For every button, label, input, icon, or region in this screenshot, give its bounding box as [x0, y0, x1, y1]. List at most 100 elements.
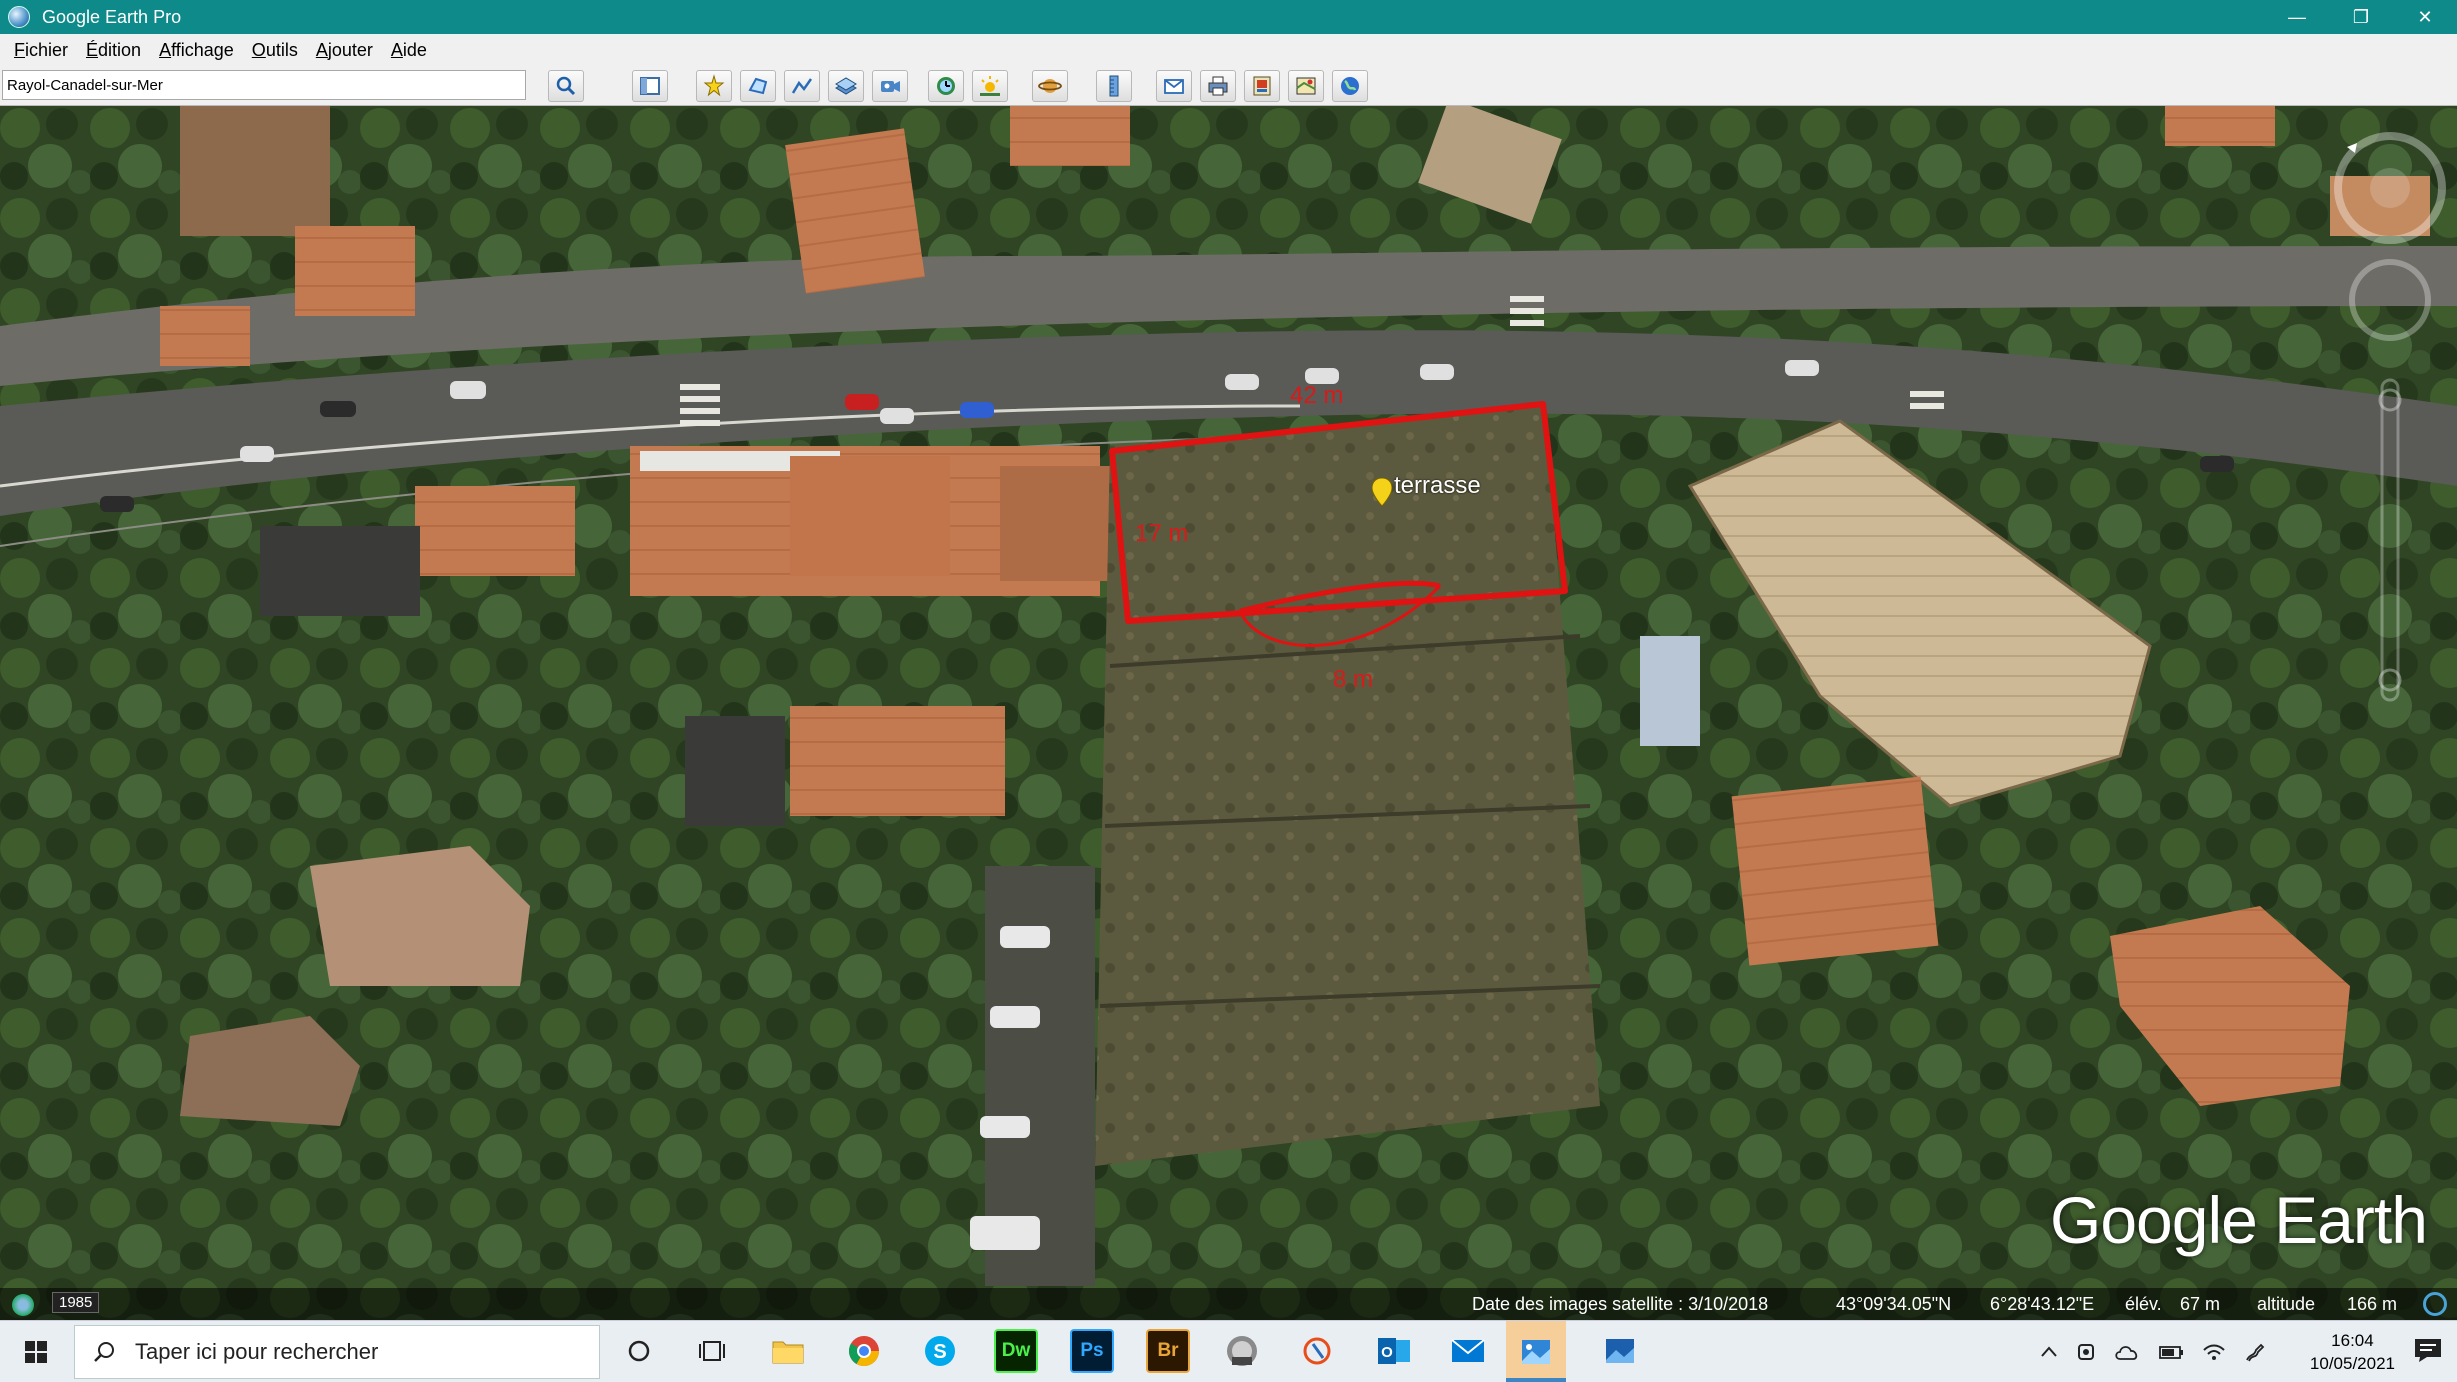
- fiddler-button[interactable]: [1296, 1329, 1340, 1373]
- add-path-button[interactable]: [784, 70, 820, 102]
- menu-ajouter[interactable]: Ajouter: [316, 40, 373, 61]
- sidebar-icon: [640, 77, 660, 95]
- mail-button[interactable]: [1446, 1329, 1490, 1373]
- outlook-button[interactable]: O: [1372, 1329, 1416, 1373]
- elevation-label: élév.: [2125, 1294, 2162, 1314]
- menu-fichier[interactable]: Fichier: [14, 40, 68, 61]
- google-earth-app-icon: [8, 6, 30, 28]
- close-button[interactable]: ✕: [2393, 0, 2457, 34]
- photos-icon: [1522, 1340, 1550, 1364]
- taskbar-clock[interactable]: 16:04 10/05/2021: [2310, 1329, 2395, 1375]
- menu-affichage[interactable]: Affichage: [159, 40, 234, 61]
- skype-button[interactable]: S: [918, 1329, 962, 1373]
- ruler-icon: [1109, 75, 1119, 97]
- task-view-button[interactable]: [690, 1329, 734, 1373]
- altitude-label: altitude: [2257, 1294, 2316, 1314]
- onedrive-cloud-icon[interactable]: [2114, 1343, 2140, 1361]
- elevation-value: 67 m: [2180, 1294, 2221, 1314]
- clock-date: 10/05/2021: [2309, 1354, 2395, 1373]
- measurement-side-label: 17 m: [1135, 520, 1189, 547]
- save-image-button[interactable]: [1244, 70, 1280, 102]
- svg-text:S: S: [933, 1341, 946, 1363]
- menu-edition[interactable]: Édition: [86, 40, 141, 61]
- record-tour-button[interactable]: [872, 70, 908, 102]
- earth-view-button[interactable]: [1332, 70, 1368, 102]
- clock-time: 16:04: [2331, 1331, 2374, 1350]
- google-earth-taskbar-button[interactable]: [1220, 1329, 1264, 1373]
- year-badge[interactable]: 1985: [52, 1292, 100, 1313]
- add-placemark-button[interactable]: [696, 70, 732, 102]
- folder-icon: [772, 1341, 804, 1364]
- map-viewport[interactable]: terrasse 42 m 17 m 8 m Google Earth 1985…: [0, 106, 2457, 1320]
- outlook-icon: O: [1378, 1338, 1410, 1364]
- cortana-icon: [628, 1340, 650, 1362]
- meet-now-icon[interactable]: [2076, 1341, 2096, 1363]
- switch-planet-button[interactable]: [1032, 70, 1068, 102]
- maximize-button[interactable]: ❐: [2329, 0, 2393, 34]
- image-overlay-icon: [835, 77, 857, 95]
- clock-globe-icon: [937, 77, 955, 95]
- photoshop-button[interactable]: Ps: [1070, 1329, 1114, 1373]
- menu-bar: Fichier Édition Affichage Outils Ajouter…: [0, 34, 2457, 66]
- photos-viewer-button-active[interactable]: [1506, 1321, 1566, 1382]
- streaming-indicator-icon: [2423, 1292, 2447, 1316]
- chevron-up-icon[interactable]: [2040, 1345, 2058, 1359]
- placemark-icon: [703, 74, 725, 97]
- file-explorer-button[interactable]: [766, 1329, 810, 1373]
- email-button[interactable]: [1156, 70, 1192, 102]
- longitude: 6°28'43.12"E: [1990, 1294, 2095, 1314]
- globe-icon: [1341, 77, 1359, 95]
- taskbar-search-placeholder: Taper ici pour rechercher: [135, 1339, 379, 1364]
- placemark-label: terrasse: [1394, 472, 1481, 499]
- title-bar: Google Earth Pro — ❐ ✕: [0, 0, 2457, 34]
- system-tray: [2040, 1321, 2266, 1382]
- dreamweaver-button[interactable]: Dw: [994, 1329, 1038, 1373]
- photos-app-button[interactable]: [1598, 1329, 1642, 1373]
- view-in-google-maps-button[interactable]: [1288, 70, 1324, 102]
- window-title: Google Earth Pro: [42, 6, 182, 27]
- wifi-icon[interactable]: [2202, 1342, 2226, 1362]
- fiddler-icon: [1303, 1337, 1331, 1365]
- move-joystick: [2349, 259, 2431, 341]
- navigation-controls[interactable]: [2330, 130, 2450, 710]
- search-input[interactable]: [2, 70, 526, 100]
- historical-imagery-icon[interactable]: [12, 1294, 34, 1316]
- sidebar-toggle-button[interactable]: [632, 70, 668, 102]
- placemark-pin-icon[interactable]: [1372, 478, 1392, 506]
- toolbar: [0, 66, 2457, 106]
- pen-ink-icon[interactable]: [2244, 1341, 2266, 1363]
- satellite-imagery: [0, 106, 2457, 1320]
- chrome-icon: [848, 1336, 879, 1367]
- polygon-icon: [748, 77, 768, 95]
- altitude-value: 166 m: [2347, 1294, 2398, 1314]
- chrome-button[interactable]: [842, 1329, 886, 1373]
- windows-logo-icon: [25, 1341, 47, 1363]
- search-icon: [556, 76, 576, 96]
- windows-taskbar: Taper ici pour rechercher S Dw Ps Br O 1…: [0, 1320, 2457, 1382]
- ruler-button[interactable]: [1096, 70, 1132, 102]
- bridge-button[interactable]: Br: [1146, 1329, 1190, 1373]
- menu-aide[interactable]: Aide: [391, 40, 427, 61]
- battery-icon[interactable]: [2158, 1343, 2184, 1361]
- search-button[interactable]: [548, 70, 584, 102]
- search-icon: [94, 1342, 114, 1362]
- cortana-button[interactable]: [617, 1329, 661, 1373]
- record-tour-icon: [881, 81, 900, 92]
- minimize-button[interactable]: —: [2265, 0, 2329, 34]
- add-polygon-button[interactable]: [740, 70, 776, 102]
- menu-outils[interactable]: Outils: [252, 40, 298, 61]
- start-button[interactable]: [0, 1321, 72, 1382]
- print-button[interactable]: [1200, 70, 1236, 102]
- task-view-icon: [699, 1341, 725, 1361]
- add-image-overlay-button[interactable]: [828, 70, 864, 102]
- map-icon: [1296, 77, 1316, 95]
- photos-icon: [1606, 1339, 1634, 1363]
- taskbar-search[interactable]: Taper ici pour rechercher: [74, 1325, 600, 1379]
- save-image-icon: [1253, 76, 1271, 96]
- printer-icon: [1208, 76, 1228, 96]
- sunlight-button[interactable]: [972, 70, 1008, 102]
- google-earth-logo: Google Earth: [2050, 1183, 2428, 1257]
- historical-imagery-button[interactable]: [928, 70, 964, 102]
- notification-center-icon[interactable]: [2413, 1337, 2443, 1363]
- path-icon: [791, 78, 813, 94]
